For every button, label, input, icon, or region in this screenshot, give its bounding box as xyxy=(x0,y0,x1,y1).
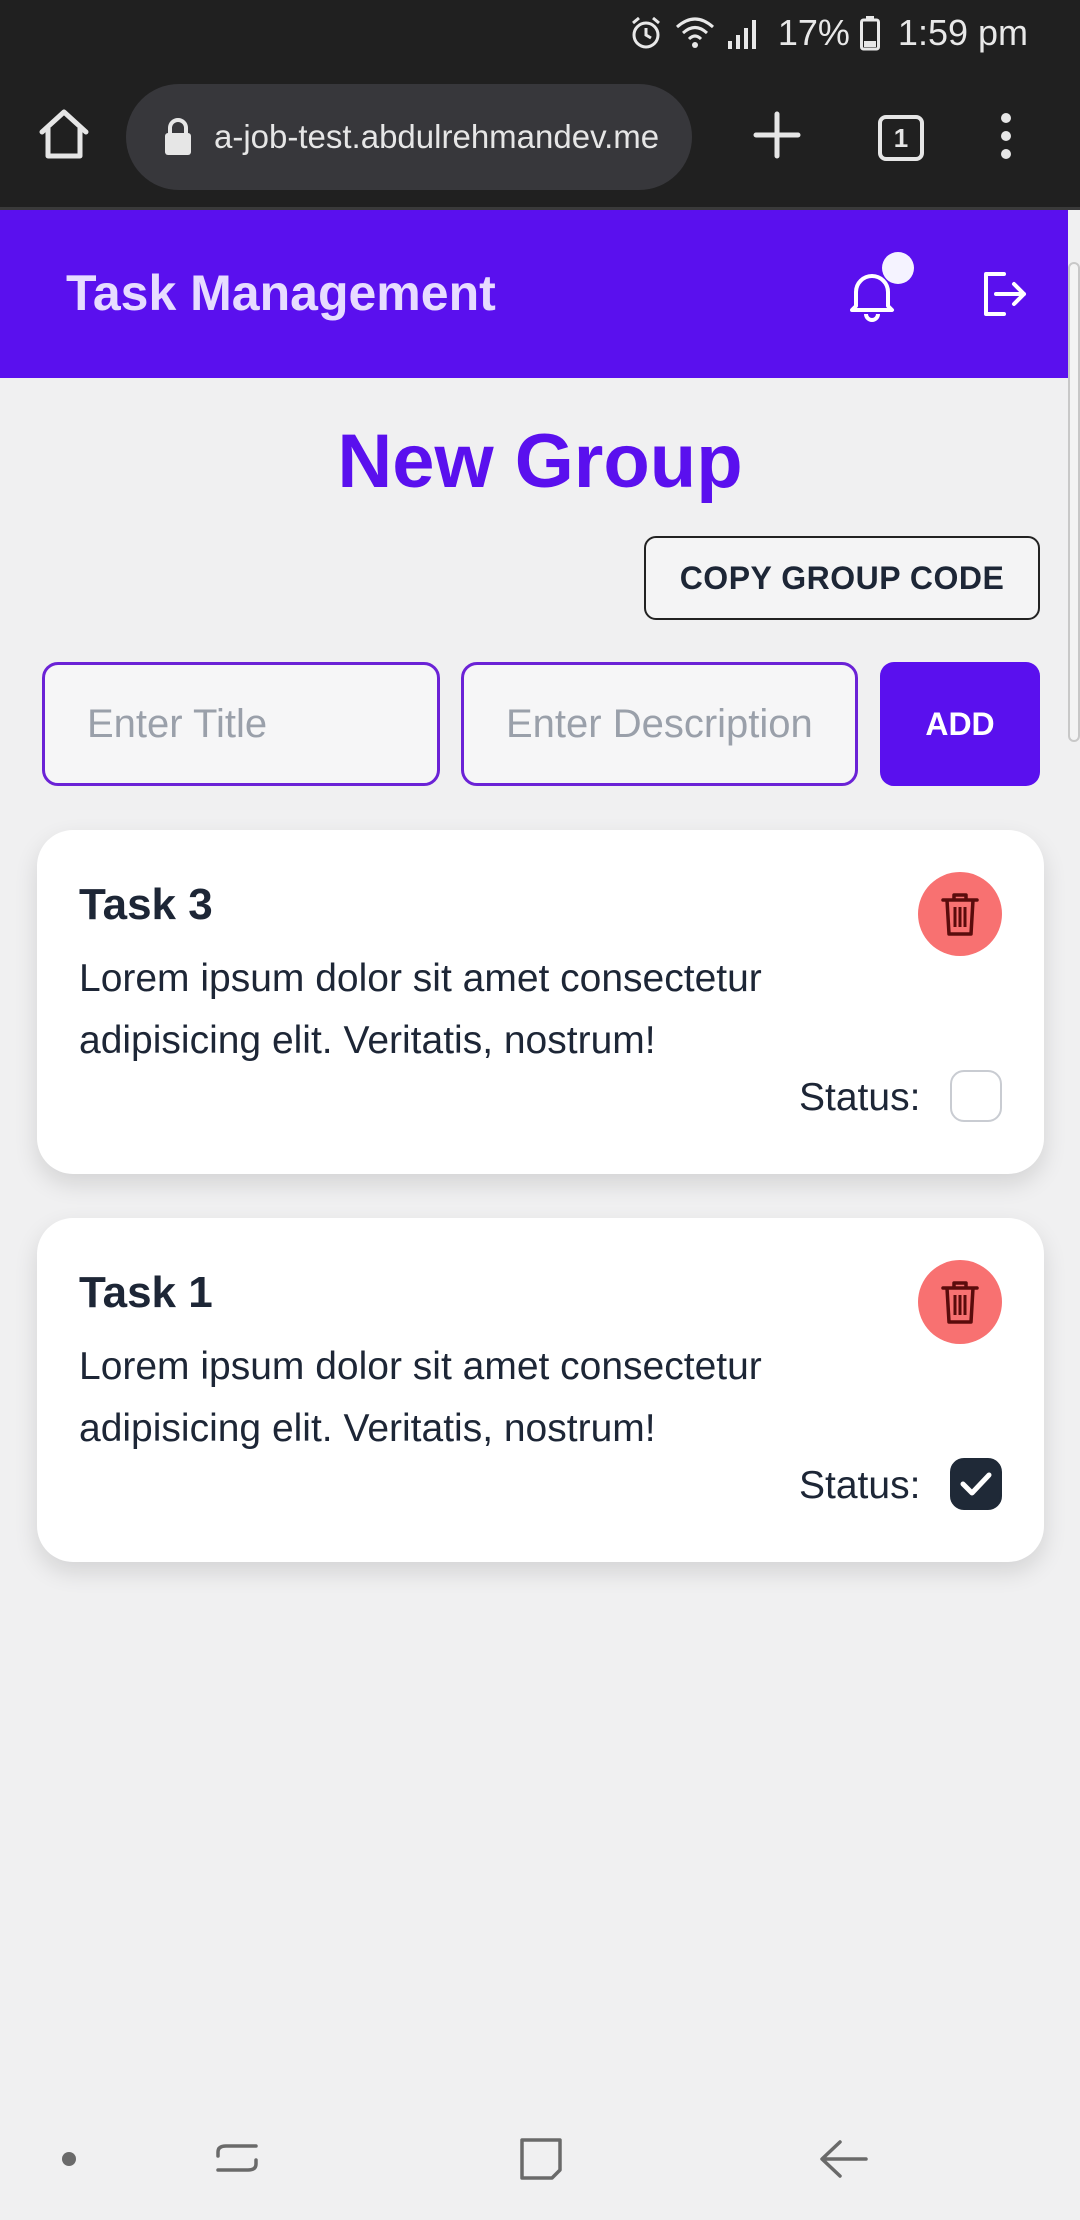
task-title: Task 1 xyxy=(79,1268,213,1317)
checkmark-icon xyxy=(960,1472,992,1496)
address-bar[interactable]: a-job-test.abdulrehmandev.me xyxy=(126,84,692,190)
logout-icon[interactable] xyxy=(978,266,1028,322)
title-input[interactable]: Enter Title xyxy=(42,662,440,786)
status-checkbox[interactable] xyxy=(950,1070,1002,1122)
app-title: Task Management xyxy=(66,265,496,321)
task-description: Lorem ipsum dolor sit amet consectetur a… xyxy=(79,1345,762,1450)
system-nav-bar xyxy=(0,2092,1080,2220)
lock-icon xyxy=(165,118,191,155)
add-task-button[interactable]: ADD xyxy=(880,662,1040,786)
recent-apps-icon[interactable] xyxy=(214,2134,260,2182)
status-label: Status: xyxy=(799,1076,921,1119)
title-placeholder: Enter Title xyxy=(87,701,268,746)
task-card: Task 3 Lorem ipsum dolor sit amet consec… xyxy=(37,830,1044,1174)
tab-count: 1 xyxy=(893,122,909,153)
nav-dot-icon[interactable] xyxy=(62,2152,76,2166)
trash-icon xyxy=(941,1281,979,1324)
alarm-icon xyxy=(631,16,660,49)
task-description: Lorem ipsum dolor sit amet consectetur a… xyxy=(79,957,762,1062)
home-button-icon[interactable] xyxy=(518,2136,564,2182)
back-icon[interactable] xyxy=(818,2136,868,2182)
battery-icon xyxy=(859,16,880,51)
status-label: Status: xyxy=(799,1464,921,1507)
browser-toolbar: a-job-test.abdulrehmandev.me 1 xyxy=(0,66,1080,210)
new-tab-icon[interactable] xyxy=(752,110,802,160)
status-checkbox[interactable] xyxy=(950,1458,1002,1510)
tab-switcher-icon[interactable]: 1 xyxy=(878,115,924,161)
group-title: New Group xyxy=(337,419,743,504)
notification-dot xyxy=(882,252,914,284)
delete-task-button[interactable] xyxy=(918,872,1002,956)
home-icon[interactable] xyxy=(36,106,92,162)
menu-icon[interactable] xyxy=(994,112,1018,160)
copy-group-code-button[interactable]: COPY GROUP CODE xyxy=(644,536,1040,620)
task-card: Task 1 Lorem ipsum dolor sit amet consec… xyxy=(37,1218,1044,1562)
clock: 1:59 pm xyxy=(897,12,1028,53)
delete-task-button[interactable] xyxy=(918,1260,1002,1344)
description-input[interactable]: Enter Description xyxy=(461,662,858,786)
status-bar: 17% 1:59 pm xyxy=(0,0,1080,66)
trash-icon xyxy=(941,893,979,936)
battery-percent: 17% xyxy=(777,12,850,53)
description-placeholder: Enter Description xyxy=(506,701,813,746)
task-title: Task 3 xyxy=(79,880,213,929)
wifi-icon xyxy=(675,17,714,48)
url-text: a-job-test.abdulrehmandev.me xyxy=(214,118,660,155)
signal-icon xyxy=(727,20,756,49)
app-header: Task Management xyxy=(0,210,1068,378)
